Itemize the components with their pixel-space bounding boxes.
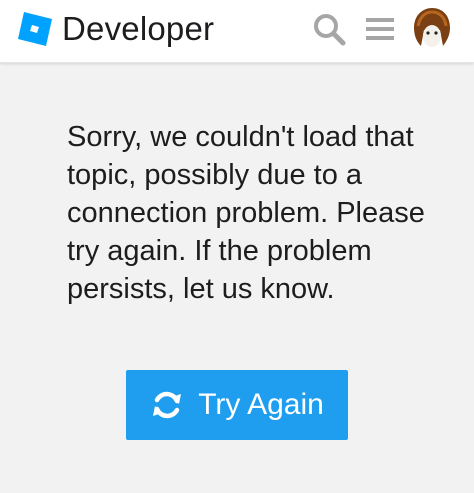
hamburger-menu-icon[interactable] xyxy=(363,12,397,46)
user-avatar[interactable] xyxy=(410,6,454,50)
try-again-label: Try Again xyxy=(198,388,324,421)
top-header: Developer xyxy=(0,0,474,63)
try-again-button[interactable]: Try Again xyxy=(126,370,348,440)
error-message: Sorry, we couldn't load that topic, poss… xyxy=(67,121,425,305)
roblox-logo-icon[interactable] xyxy=(18,12,52,46)
search-icon[interactable] xyxy=(312,12,346,46)
brand-title[interactable]: Developer xyxy=(62,7,214,51)
page: Developer Sorry, we couldn't load that t… xyxy=(0,0,474,493)
refresh-icon xyxy=(153,391,182,419)
